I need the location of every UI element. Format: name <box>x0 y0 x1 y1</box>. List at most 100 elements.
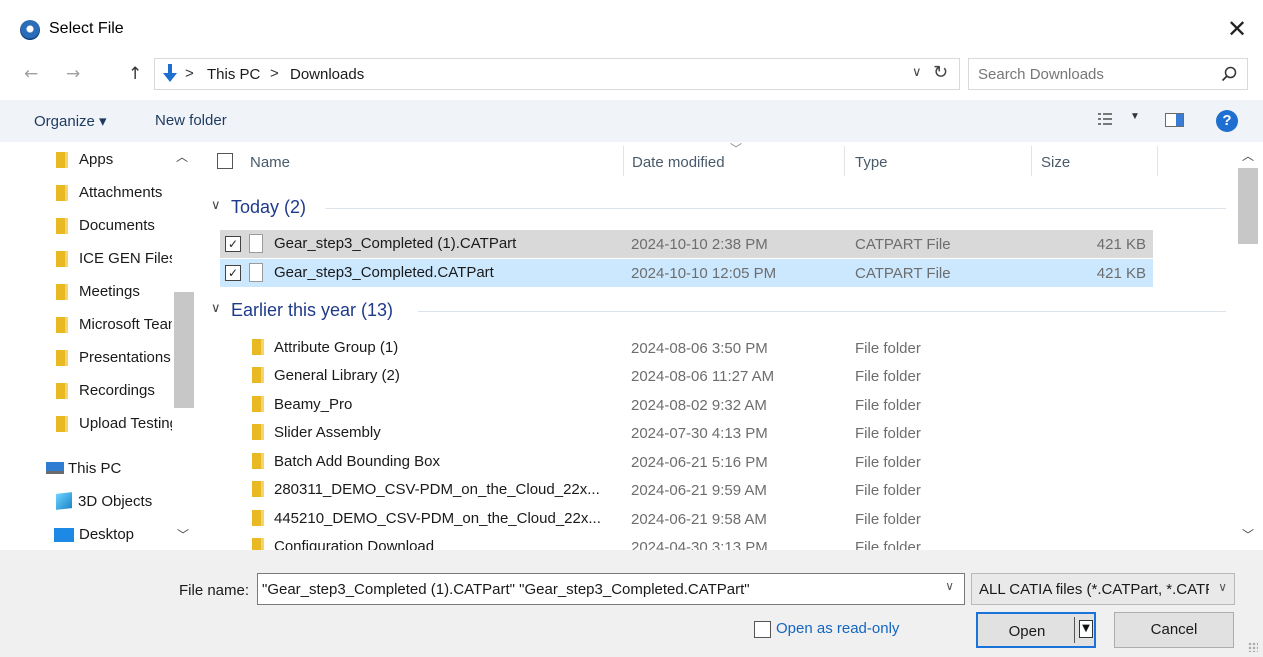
read-only-checkbox[interactable] <box>754 621 771 638</box>
folder-icon <box>56 416 68 432</box>
file-type-select[interactable]: ALL CATIA files (*.CATPart, *.CATProduct… <box>971 573 1235 605</box>
folder-icon <box>252 481 264 497</box>
read-only-label[interactable]: Open as read-only <box>776 620 899 637</box>
scroll-down-icon[interactable]: ﹀ <box>177 526 189 543</box>
file-row[interactable]: ✓ Gear_step3_Completed (1).CATPart 2024-… <box>220 230 1153 258</box>
group-header-today[interactable]: ∨ Today (2) <box>200 193 1228 223</box>
file-name: Attribute Group (1) <box>274 339 399 356</box>
column-divider[interactable] <box>1031 146 1032 176</box>
column-header-name[interactable]: Name <box>250 154 290 171</box>
folder-icon <box>56 284 68 300</box>
file-name: Batch Add Bounding Box <box>274 453 440 470</box>
view-options-dropdown[interactable]: ▼ <box>1130 111 1140 122</box>
file-type: File folder <box>855 482 921 499</box>
help-icon[interactable]: ? <box>1216 110 1238 132</box>
file-list-scroll-thumb[interactable] <box>1238 168 1258 244</box>
search-input[interactable] <box>970 60 1210 88</box>
row-checkbox[interactable]: ✓ <box>225 236 241 252</box>
group-header-earlier-this-year[interactable]: ∨ Earlier this year (13) <box>200 296 1228 326</box>
file-type: File folder <box>855 340 921 357</box>
organize-menu[interactable]: Organize ▾ <box>34 112 107 130</box>
nav-item-meetings[interactable]: Meetings <box>54 280 172 304</box>
nav-item-3d-objects[interactable]: 3D Objects <box>54 490 172 514</box>
file-name: Gear_step3_Completed (1).CATPart <box>274 235 517 252</box>
nav-item-desktop[interactable]: Desktop <box>54 523 172 547</box>
nav-item-recordings[interactable]: Recordings <box>54 379 172 403</box>
file-name-input[interactable] <box>262 575 932 603</box>
this-pc-icon <box>46 462 64 474</box>
chevron-down-icon: ∨ <box>1218 580 1227 594</box>
file-type: File folder <box>855 539 921 550</box>
preview-pane-icon[interactable] <box>1165 113 1184 127</box>
dialog-footer: File name: ∨ ALL CATIA files (*.CATPart,… <box>0 550 1263 657</box>
address-bar[interactable]: > This PC > Downloads ∨ ↻ <box>154 58 960 90</box>
open-button-label: Open <box>1008 623 1046 640</box>
row-checkbox[interactable]: ✓ <box>225 265 241 281</box>
file-date: 2024-08-02 9:32 AM <box>631 397 767 414</box>
chevron-down-icon[interactable]: ∨ <box>945 579 954 593</box>
breadcrumb-downloads[interactable]: Downloads <box>290 66 364 83</box>
file-date: 2024-08-06 11:27 AM <box>631 368 775 385</box>
nav-scrollbar[interactable]: ︿ ﹀ <box>172 142 196 550</box>
navigation-pane: Apps Attachments Documents ICE GEN Files… <box>0 142 196 550</box>
file-name: Configuration Download <box>274 538 435 550</box>
nav-scroll-thumb[interactable] <box>174 292 194 408</box>
open-button[interactable]: Open ▼ <box>976 612 1096 648</box>
nav-item-presentations[interactable]: Presentations <box>54 346 172 370</box>
scroll-up-icon[interactable]: ︿ <box>1242 147 1254 164</box>
up-button[interactable]: ↑ <box>128 64 142 84</box>
breadcrumb-this-pc[interactable]: This PC <box>207 66 260 83</box>
scroll-down-icon[interactable]: ﹀ <box>1242 526 1254 543</box>
nav-item-microsoft-teams[interactable]: Microsoft Teams <box>54 313 172 337</box>
cancel-button[interactable]: Cancel <box>1114 612 1234 648</box>
file-list-scrollbar[interactable]: ︿ ﹀ <box>1236 142 1263 550</box>
nav-item-ice-gen-files[interactable]: ICE GEN Files <box>54 247 172 271</box>
nav-item-documents[interactable]: Documents <box>54 214 172 238</box>
address-history-dropdown[interactable]: ∨ <box>912 65 922 80</box>
open-dropdown-icon[interactable]: ▼ <box>1079 620 1093 638</box>
folder-icon <box>252 339 264 355</box>
file-list: Name ﹀ Date modified Type Size ∨ Today (… <box>200 142 1263 550</box>
scroll-up-icon[interactable]: ︿ <box>176 148 188 165</box>
select-all-checkbox[interactable] <box>217 153 233 169</box>
file-row[interactable]: General Library (2) 2024-08-06 11:27 AM … <box>220 362 1153 390</box>
nav-item-this-pc[interactable]: This PC <box>46 457 164 481</box>
close-button[interactable]: ✕ <box>1222 14 1252 44</box>
back-button[interactable]: ← <box>24 64 38 84</box>
column-header-type[interactable]: Type <box>855 154 888 171</box>
nav-item-apps[interactable]: Apps <box>54 148 172 172</box>
address-row: ← → ↑ > This PC > Downloads ∨ ↻ <box>0 56 1263 92</box>
column-divider[interactable] <box>623 146 624 176</box>
breadcrumb-separator: > <box>270 65 279 82</box>
view-options-icon[interactable] <box>1097 111 1113 127</box>
catia-app-icon <box>20 20 40 40</box>
file-size: 421 KB <box>1096 265 1146 282</box>
column-header-date-modified[interactable]: Date modified <box>632 154 725 171</box>
file-row[interactable]: ✓ Gear_step3_Completed.CATPart 2024-10-1… <box>220 259 1153 287</box>
file-row[interactable]: 280311_DEMO_CSV-PDM_on_the_Cloud_22x... … <box>220 476 1153 504</box>
file-row[interactable]: Configuration Download 2024-04-30 3:13 P… <box>220 533 1153 550</box>
search-icon[interactable] <box>1221 66 1237 82</box>
folder-icon <box>56 251 68 267</box>
column-divider[interactable] <box>1157 146 1158 176</box>
file-row[interactable]: Beamy_Pro 2024-08-02 9:32 AM File folder <box>220 391 1153 419</box>
file-row[interactable]: 445210_DEMO_CSV-PDM_on_the_Cloud_22x... … <box>220 505 1153 533</box>
folder-icon <box>252 510 264 526</box>
refresh-button[interactable]: ↻ <box>933 62 948 83</box>
file-date: 2024-08-06 3:50 PM <box>631 340 768 357</box>
desktop-icon <box>54 528 74 542</box>
group-label: Today (2) <box>231 197 307 217</box>
nav-item-attachments[interactable]: Attachments <box>54 181 172 205</box>
folder-icon <box>252 453 264 469</box>
column-divider[interactable] <box>844 146 845 176</box>
file-row[interactable]: Batch Add Bounding Box 2024-06-21 5:16 P… <box>220 448 1153 476</box>
resize-grip-icon[interactable] <box>1248 642 1258 652</box>
nav-item-upload-testing[interactable]: Upload Testing <box>54 412 172 436</box>
file-row[interactable]: Attribute Group (1) 2024-08-06 3:50 PM F… <box>220 334 1153 362</box>
file-date: 2024-06-21 9:59 AM <box>631 482 767 499</box>
file-row[interactable]: Slider Assembly 2024-07-30 4:13 PM File … <box>220 419 1153 447</box>
forward-button[interactable]: → <box>66 64 80 84</box>
folder-icon <box>56 350 68 366</box>
new-folder-button[interactable]: New folder <box>155 112 227 129</box>
column-header-size[interactable]: Size <box>1041 154 1070 171</box>
